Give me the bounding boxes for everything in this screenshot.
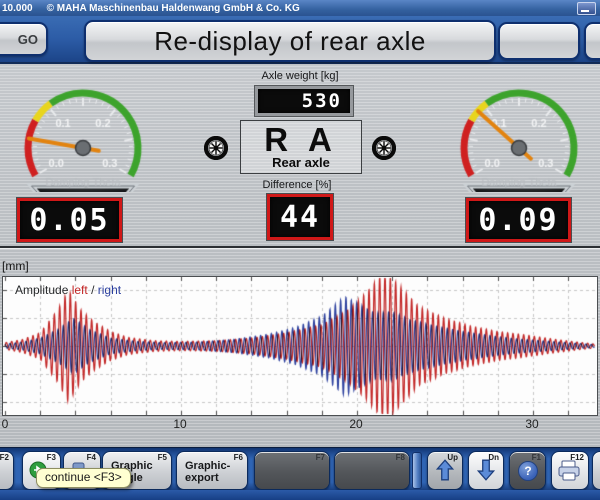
arrow-down-icon — [477, 458, 495, 482]
legend-amplitude: Amplitude — [15, 283, 68, 297]
difference-display: 44 — [267, 194, 333, 240]
amplitude-plot: Amplitude left / right — [2, 276, 598, 416]
chart-unit-label: [mm] — [2, 259, 29, 273]
x-tick-label: 20 — [349, 417, 362, 431]
page-down-button[interactable]: Dn — [468, 451, 504, 490]
page-title: Re-display of rear axle — [84, 20, 496, 62]
help-icon: ? — [518, 461, 538, 481]
f7-key-label: F7 — [316, 453, 325, 462]
x-tick-label: 10 — [173, 417, 186, 431]
axle-name: Rear axle — [272, 155, 330, 170]
f8-button[interactable]: F8 — [334, 451, 410, 490]
f7-button[interactable]: F7 — [254, 451, 330, 490]
app-window: 10.000 © MAHA Maschinenbau Haldenwang Gm… — [0, 0, 600, 500]
axle-weight-display: 530 — [255, 86, 353, 116]
minimize-icon — [581, 10, 589, 12]
go-button[interactable]: GO — [0, 22, 48, 56]
difference-label: Difference [%] — [217, 179, 377, 191]
f2-key-label: F2 — [0, 453, 9, 462]
damping-left-display: 0.05 — [17, 198, 122, 242]
f5-key-label: F5 — [158, 453, 167, 462]
copyright-text: © MAHA Maschinenbau Haldenwang GmbH & Co… — [47, 3, 300, 14]
header-right-button-partial[interactable] — [584, 22, 600, 60]
printer-icon — [557, 460, 581, 482]
axle-indicator-box: R A Rear axle — [240, 120, 362, 174]
f2-button-partial[interactable]: F2 — [0, 451, 14, 490]
damping-gauge-right — [444, 80, 594, 192]
toolbar-separator-handle[interactable] — [412, 452, 422, 489]
graphic-export-button[interactable]: F6 Graphic-export — [176, 451, 248, 490]
x-tick-label: 30 — [525, 417, 538, 431]
f1-key-label: F1 — [532, 453, 541, 462]
bottom-strip — [0, 490, 600, 500]
legend-right: right — [98, 283, 121, 297]
axle-code: R A — [264, 125, 338, 155]
f4-key-label: F4 — [87, 453, 96, 462]
legend-separator: / — [91, 283, 94, 297]
wheel-icon-left — [204, 136, 228, 160]
header-right-button[interactable] — [498, 22, 580, 60]
minimize-button[interactable] — [577, 2, 596, 15]
app-version: 10.000 — [2, 3, 33, 14]
header-bar: GO Re-display of rear axle — [0, 16, 600, 64]
damping-gauge-left — [8, 80, 158, 192]
panel-separator — [0, 246, 600, 250]
window-titlebar: 10.000 © MAHA Maschinenbau Haldenwang Gm… — [0, 0, 600, 16]
toolbar-button-partial[interactable] — [592, 451, 600, 490]
print-button[interactable]: F12 — [551, 451, 589, 490]
waveform-canvas — [3, 277, 597, 415]
help-button[interactable]: F1 ? — [509, 451, 546, 490]
x-axis-labels: 0 10 20 30 — [0, 417, 600, 433]
arrow-up-icon — [436, 458, 454, 482]
x-tick-label: 0 — [2, 417, 9, 431]
axle-weight-label: Axle weight [kg] — [220, 70, 380, 82]
damping-right-display: 0.09 — [466, 198, 571, 242]
f6-key-label: F6 — [234, 453, 243, 462]
f3-key-label: F3 — [47, 453, 56, 462]
plot-legend: Amplitude left / right — [15, 283, 121, 297]
page-up-button[interactable]: Up — [427, 451, 463, 490]
f8-key-label: F8 — [396, 453, 405, 462]
legend-left: left — [72, 283, 88, 297]
continue-tooltip: continue <F3> — [36, 468, 131, 488]
wheel-icon-right — [372, 136, 396, 160]
